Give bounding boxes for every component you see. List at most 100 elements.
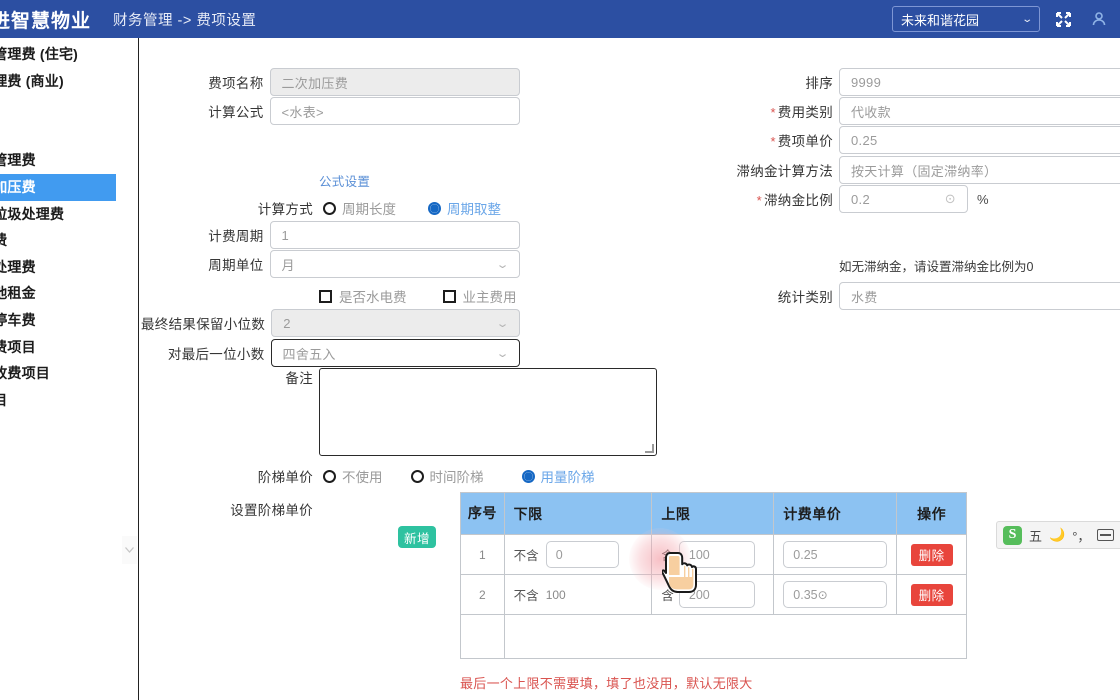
- radio-option[interactable]: 不使用: [323, 466, 383, 486]
- sidebar-item[interactable]: 费: [0, 121, 137, 148]
- radio-option[interactable]: 周期取整: [428, 198, 501, 218]
- tier-price-input[interactable]: 0.35 ⊙: [783, 581, 888, 608]
- stat-category-label: 统计类别: [777, 290, 833, 305]
- radio-label: 用量阶梯: [540, 470, 595, 485]
- tier-table-label: 设置阶梯单价: [230, 503, 313, 518]
- sort-order-value: 9999: [851, 74, 882, 90]
- main-content: 费项名称 二次加压费 计算公式 <水表> 公式设置 计算方式 周期长度 周期取整 …: [141, 38, 1120, 700]
- fee-category-select[interactable]: 代收款: [839, 97, 1120, 125]
- tier-action-cell: 删除: [896, 534, 967, 575]
- radio-dot-icon: [521, 469, 535, 483]
- formula-label: 计算公式: [208, 105, 264, 120]
- billing-cycle-input[interactable]: 1: [269, 221, 520, 249]
- sidebar-item[interactable]: 类收费项目: [0, 360, 137, 387]
- late-method-select[interactable]: 按天计算（固定滞纳率）: [839, 156, 1120, 184]
- required-marker: *: [756, 193, 762, 208]
- sidebar-item[interactable]: 租停车费: [0, 307, 137, 334]
- sidebar-item[interactable]: 生费: [0, 227, 137, 254]
- unit-price-label-text: 费项单价: [777, 134, 833, 149]
- sidebar-item[interactable]: 次加压费: [0, 173, 116, 201]
- sidebar-item[interactable]: 水处理费: [0, 254, 137, 281]
- top-bar-right: 未来和谐花园 ⌄: [892, 0, 1112, 38]
- tier-upper-input[interactable]: 200: [678, 581, 755, 608]
- sidebar-scroll-down-button[interactable]: [122, 536, 137, 564]
- tier-row-index: 2: [460, 574, 505, 615]
- clear-icon[interactable]: ⊙: [818, 588, 828, 602]
- tier-action-cell: 删除: [896, 574, 967, 615]
- sidebar-item[interactable]: 收费项目: [0, 334, 137, 361]
- tier-lower-cell: 不含 0: [503, 534, 653, 575]
- fullscreen-icon[interactable]: [1050, 6, 1076, 32]
- project-select-value: 未来和谐花园: [901, 12, 980, 28]
- sidebar-list: 业管理费 (住宅)管理费 (商业)费费业管理费次加压费活垃圾处理费生费水处理费泳…: [0, 41, 137, 413]
- breadcrumb: 财务管理 -> 费项设置: [113, 12, 257, 29]
- ime-logo-icon[interactable]: S: [1003, 525, 1022, 545]
- project-select[interactable]: 未来和谐花园 ⌄: [892, 6, 1040, 32]
- unit-price-input[interactable]: 0.25: [839, 126, 1120, 154]
- tier-lower-input[interactable]: 0: [545, 541, 619, 568]
- checkbox-option[interactable]: 是否水电费: [319, 286, 407, 306]
- decimals-select[interactable]: 2 ⌄: [271, 309, 520, 337]
- tier-row-index: 1: [460, 534, 505, 575]
- checkbox-row: 是否水电费 业主费用: [319, 286, 517, 306]
- sidebar-item[interactable]: 业管理费: [0, 147, 137, 174]
- keyboard-icon[interactable]: [1097, 529, 1115, 541]
- cycle-unit-select[interactable]: 月 ⌄: [269, 250, 520, 278]
- fee-item-form: 费项名称 二次加压费 计算公式 <水表> 公式设置 计算方式 周期长度 周期取整 …: [141, 38, 1120, 700]
- field-cycle-unit: 周期单位 月 ⌄: [141, 250, 520, 278]
- table-row: 2 不含 100 含 200 0.35 ⊙ 删除: [460, 574, 967, 615]
- tier-price-value: 0.25: [793, 547, 818, 562]
- checkbox-option[interactable]: 业主费用: [442, 286, 517, 306]
- tier-price-value: 0.35: [793, 587, 818, 602]
- fee-name-value: 二次加压费: [281, 75, 349, 91]
- radio-option[interactable]: 时间阶梯: [410, 466, 484, 486]
- late-rate-hint: 如无滞纳金，请设置滞纳金比例为0: [839, 260, 1034, 274]
- field-late-rate: * 滞纳金比例 0.2 ⊙ %: [641, 185, 989, 213]
- rounding-select[interactable]: 四舍五入 ⌄: [270, 339, 520, 367]
- sidebar-item[interactable]: 管理费 (商业): [0, 68, 137, 95]
- user-icon[interactable]: [1086, 6, 1112, 32]
- delete-tier-button[interactable]: 删除: [910, 543, 953, 566]
- sidebar-item[interactable]: 项目: [0, 387, 137, 414]
- stat-category-select[interactable]: 水费: [839, 282, 1120, 310]
- ime-toolbar[interactable]: S 五 🌙 °，: [996, 521, 1120, 549]
- fee-category-label: * 费用类别: [641, 101, 833, 121]
- chevron-down-icon: ⌄: [1020, 13, 1033, 25]
- top-bar: 进智慧物业 财务管理 -> 费项设置 未来和谐花园 ⌄: [0, 0, 1120, 38]
- remark-textarea[interactable]: [319, 368, 657, 456]
- checkbox-label: 业主费用: [462, 290, 517, 305]
- fee-name-input[interactable]: 二次加压费: [269, 68, 520, 96]
- resize-grip-icon[interactable]: [645, 444, 654, 453]
- formula-input[interactable]: <水表>: [269, 97, 520, 125]
- radio-option[interactable]: 周期长度: [323, 198, 396, 218]
- ime-mode-label[interactable]: 五: [1029, 526, 1042, 545]
- field-fee-name: 费项名称 二次加压费: [141, 68, 520, 96]
- clear-icon[interactable]: ⊙: [945, 191, 956, 207]
- radio-dot-icon: [323, 469, 336, 483]
- sidebar-item[interactable]: 活垃圾处理费: [0, 201, 137, 228]
- late-rate-label-text: 滞纳金比例: [764, 193, 833, 208]
- sidebar-item[interactable]: 业管理费 (住宅): [0, 41, 137, 68]
- sort-order-input[interactable]: 9999: [839, 68, 1120, 96]
- field-billing-cycle: 计费周期 1: [141, 221, 520, 249]
- delete-tier-button[interactable]: 删除: [910, 583, 953, 606]
- late-rate-input[interactable]: 0.2 ⊙: [839, 185, 968, 213]
- formula-settings-link[interactable]: 公式设置: [319, 171, 370, 190]
- empty-cell: [460, 614, 505, 659]
- tier-table-header-cell: 操作: [896, 492, 967, 535]
- tier-price-input[interactable]: 0.25: [783, 541, 888, 568]
- radio-option[interactable]: 用量阶梯: [521, 466, 595, 486]
- tier-upper-input[interactable]: 100: [678, 541, 755, 568]
- field-calc-mode: 计算方式 周期长度 周期取整: [141, 198, 501, 218]
- unit-price-value: 0.25: [851, 132, 878, 148]
- field-sort-order: 排序 9999: [641, 68, 1120, 96]
- ime-punctuation-label[interactable]: °，: [1072, 526, 1090, 545]
- checkbox-box-icon: [319, 289, 332, 303]
- app-brand: 进智慧物业: [0, 10, 92, 32]
- moon-icon[interactable]: 🌙: [1049, 527, 1065, 543]
- empty-cell: [774, 615, 897, 659]
- sidebar-item[interactable]: 泳池租金: [0, 280, 137, 307]
- add-tier-button[interactable]: 新增: [398, 526, 436, 548]
- late-method-label: 滞纳金计算方法: [736, 164, 833, 179]
- sidebar-item[interactable]: 费: [0, 94, 137, 121]
